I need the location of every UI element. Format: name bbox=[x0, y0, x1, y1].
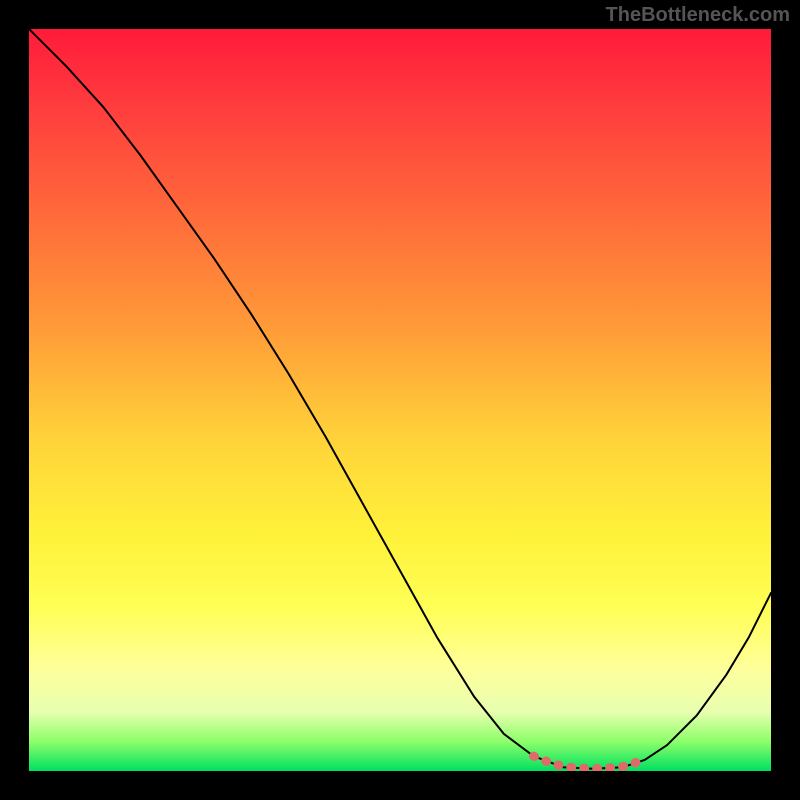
watermark-text: TheBottleneck.com bbox=[606, 4, 790, 27]
highlight-band-line bbox=[534, 756, 645, 769]
chart-plot-area bbox=[29, 29, 771, 771]
bottleneck-curve-line bbox=[29, 29, 771, 769]
chart-svg bbox=[29, 29, 771, 771]
